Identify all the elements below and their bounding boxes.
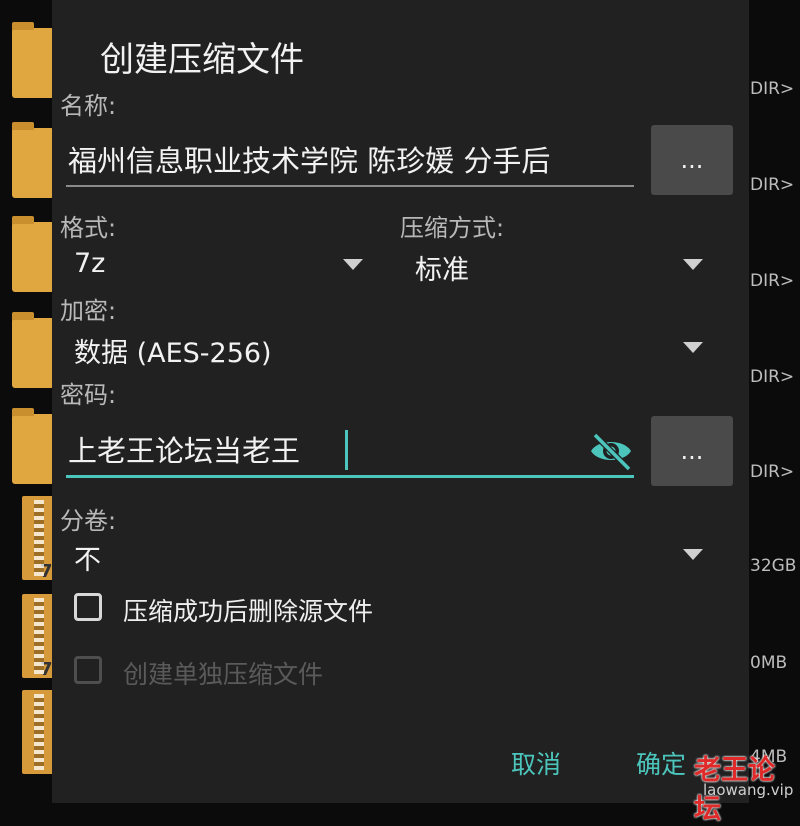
name-label: 名称: bbox=[60, 92, 117, 120]
file-size-label: 32GB bbox=[750, 556, 797, 576]
ok-button[interactable]: 确定 bbox=[636, 745, 686, 781]
format-select[interactable]: 7z bbox=[74, 248, 105, 279]
encrypt-select[interactable]: 数据 (AES-256) bbox=[74, 331, 272, 370]
split-label: 分卷: bbox=[60, 507, 117, 535]
archive-label: 7 bbox=[40, 561, 53, 582]
folder-icon[interactable] bbox=[12, 408, 54, 484]
watermark-url: laowang.vip bbox=[703, 781, 794, 799]
archive-icon[interactable]: 7 bbox=[22, 594, 56, 680]
eye-off-icon[interactable] bbox=[588, 431, 634, 471]
create-archive-dialog: 创建压缩文件 名称: 福州信息职业技术学院 陈珍媛 分手后 ... 格式: 7z… bbox=[52, 0, 749, 803]
chevron-down-icon[interactable] bbox=[343, 259, 363, 270]
password-input[interactable]: 上老王论坛当老王 bbox=[68, 428, 300, 470]
file-size-label: DIR> bbox=[750, 271, 795, 291]
folder-icon[interactable] bbox=[12, 216, 54, 292]
method-label: 压缩方式: bbox=[400, 214, 505, 242]
folder-icon[interactable] bbox=[12, 122, 54, 198]
method-select[interactable]: 标准 bbox=[415, 248, 469, 287]
file-size-label: DIR> bbox=[750, 79, 795, 99]
format-label: 格式: bbox=[60, 214, 117, 242]
dialog-title: 创建压缩文件 bbox=[100, 40, 304, 80]
file-size-label: DIR> bbox=[750, 462, 795, 482]
cancel-button[interactable]: 取消 bbox=[511, 745, 561, 781]
delete-source-label: 压缩成功后删除源文件 bbox=[123, 597, 374, 626]
separate-archives-label: 创建单独压缩文件 bbox=[123, 660, 324, 689]
folder-icon[interactable] bbox=[12, 312, 54, 388]
split-select[interactable]: 不 bbox=[74, 538, 101, 577]
file-size-label: DIR> bbox=[750, 367, 795, 387]
archive-icon[interactable]: 7 bbox=[22, 496, 56, 582]
text-cursor bbox=[345, 430, 348, 470]
archive-icon[interactable] bbox=[22, 690, 56, 774]
delete-source-checkbox[interactable] bbox=[74, 593, 102, 621]
separate-archives-checkbox[interactable] bbox=[74, 656, 102, 684]
chevron-down-icon[interactable] bbox=[683, 549, 703, 560]
password-input-underline bbox=[66, 475, 634, 478]
chevron-down-icon[interactable] bbox=[683, 342, 703, 353]
file-size-label: 0MB bbox=[750, 653, 788, 673]
archive-label: 7 bbox=[40, 659, 53, 680]
file-size-label: DIR> bbox=[750, 175, 795, 195]
password-label: 密码: bbox=[60, 381, 117, 409]
encrypt-label: 加密: bbox=[60, 297, 117, 325]
name-input[interactable]: 福州信息职业技术学院 陈珍媛 分手后 bbox=[68, 138, 634, 180]
password-options-button[interactable]: ... bbox=[651, 416, 733, 486]
name-input-underline bbox=[66, 185, 634, 187]
chevron-down-icon[interactable] bbox=[683, 259, 703, 270]
folder-icon[interactable] bbox=[12, 22, 54, 98]
browse-name-button[interactable]: ... bbox=[651, 125, 733, 195]
